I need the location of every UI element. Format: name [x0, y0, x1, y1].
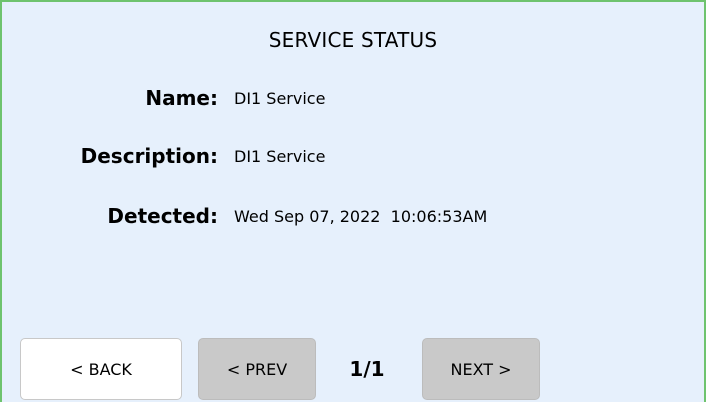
next-button[interactable]: NEXT >	[422, 338, 540, 400]
back-button[interactable]: < BACK	[20, 338, 182, 400]
page-title: SERVICE STATUS	[268, 28, 438, 52]
detected-value: Wed Sep 07, 2022 10:06:53AM	[234, 207, 488, 226]
detected-row: Detected: Wed Sep 07, 2022 10:06:53AM	[2, 204, 704, 234]
name-value: DI1 Service	[234, 89, 326, 108]
prev-button[interactable]: < PREV	[198, 338, 316, 400]
detected-label: Detected:	[107, 204, 218, 228]
description-label: Description:	[80, 144, 218, 168]
description-value: DI1 Service	[234, 147, 326, 166]
name-row: Name: DI1 Service	[2, 86, 704, 116]
page-indicator: 1/1	[349, 357, 385, 381]
description-row: Description: DI1 Service	[2, 144, 704, 174]
name-label: Name:	[145, 86, 218, 110]
service-status-screen: SERVICE STATUS Name: DI1 Service Descrip…	[0, 0, 706, 402]
